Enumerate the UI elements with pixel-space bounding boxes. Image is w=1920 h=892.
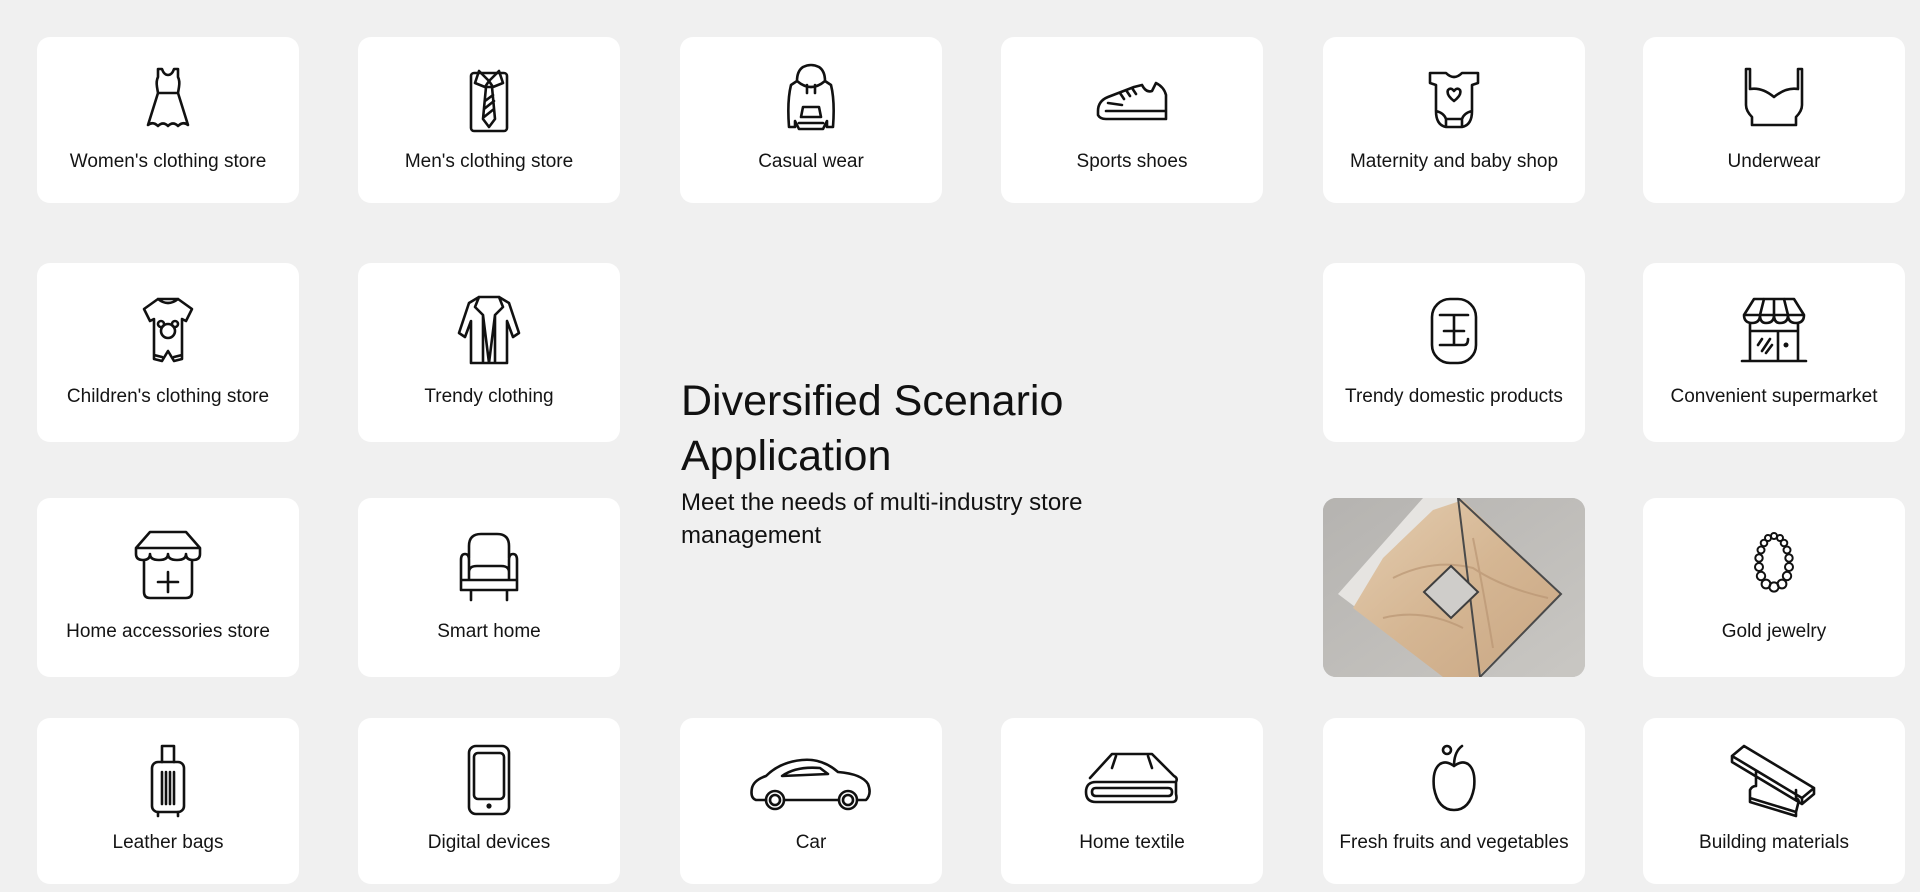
hero-subtitle: Meet the needs of multi-industry store m… [681,489,1083,549]
scenario-label: Children's clothing store [66,386,270,407]
tablet-icon [451,742,527,818]
coat-icon [451,293,527,369]
scenario-label: Gold jewelry [1721,621,1827,642]
scenario-label: Smart home [437,621,541,642]
scenario-label: Building materials [1699,832,1849,853]
scenario-card-digital-devices[interactable]: Digital devices [358,718,620,884]
scenario-card-smart-home[interactable]: Smart home [358,498,620,677]
scenario-card-sports-shoes[interactable]: Sports shoes [1001,37,1263,203]
storefront-icon [1736,293,1812,369]
scenario-label: Sports shoes [1076,151,1188,172]
scenario-card-trendy-clothing[interactable]: Trendy clothing [358,263,620,442]
scenario-card-gold-jewelry[interactable]: Gold jewelry [1643,498,1905,677]
scenario-label: Leather bags [112,832,224,853]
sneaker-icon [1094,61,1170,137]
scenario-card-home-textile[interactable]: Home textile [1001,718,1263,884]
scenario-card-trendy-domestic[interactable]: Trendy domestic products [1323,263,1585,442]
scenario-card-car[interactable]: Car [680,718,942,884]
hoodie-icon [773,61,849,137]
necklace-icon [1736,528,1812,604]
scenario-label: Casual wear [758,151,864,172]
scenario-label: Car [795,832,827,853]
scenario-card-home-accessories[interactable]: Home accessories store [37,498,299,677]
scenario-card-fresh-fruits[interactable]: Fresh fruits and vegetables [1323,718,1585,884]
suitcase-icon [130,742,206,818]
scenario-label: Women's clothing store [69,151,267,172]
bra-icon [1736,61,1812,137]
fabric-photo [1323,498,1585,677]
scenario-card-convenient-supermarket[interactable]: Convenient supermarket [1643,263,1905,442]
hero-section: Diversified Scenario Application Meet th… [681,374,1201,552]
armchair-icon [451,528,527,604]
scenario-card-underwear[interactable]: Underwear [1643,37,1905,203]
guochao-badge-icon [1416,293,1492,369]
scenario-label: Maternity and baby shop [1349,151,1559,172]
hero-title: Diversified Scenario Application [681,377,1064,480]
scenario-card-leather-bags[interactable]: Leather bags [37,718,299,884]
scenario-label: Trendy clothing [424,386,554,407]
scenario-label: Fresh fruits and vegetables [1339,832,1569,853]
scenario-label: Home accessories store [66,621,270,642]
scenario-label: Men's clothing store [404,151,574,172]
scenario-card-building-materials[interactable]: Building materials [1643,718,1905,884]
shop-plus-icon [130,528,206,604]
scenario-label: Trendy domestic products [1345,386,1563,407]
apple-icon [1416,742,1492,818]
scenario-label: Underwear [1727,151,1821,172]
steel-beam-icon [1726,742,1822,818]
scenario-card-childrens-clothing[interactable]: Children's clothing store [37,263,299,442]
scenario-card-mens-clothing[interactable]: Men's clothing store [358,37,620,203]
kids-romper-icon [130,293,206,369]
scenario-label: Convenient supermarket [1670,386,1878,407]
dress-icon [130,61,206,137]
shirt-tie-icon [451,61,527,137]
scenario-card-womens-clothing[interactable]: Women's clothing store [37,37,299,203]
scenario-label: Home textile [1079,832,1185,853]
folded-blanket-icon [1082,742,1182,818]
car-icon [746,742,876,818]
scenario-label: Digital devices [427,832,551,853]
baby-bodysuit-icon [1416,61,1492,137]
scenario-card-casual-wear[interactable]: Casual wear [680,37,942,203]
scenario-card-maternity-baby[interactable]: Maternity and baby shop [1323,37,1585,203]
